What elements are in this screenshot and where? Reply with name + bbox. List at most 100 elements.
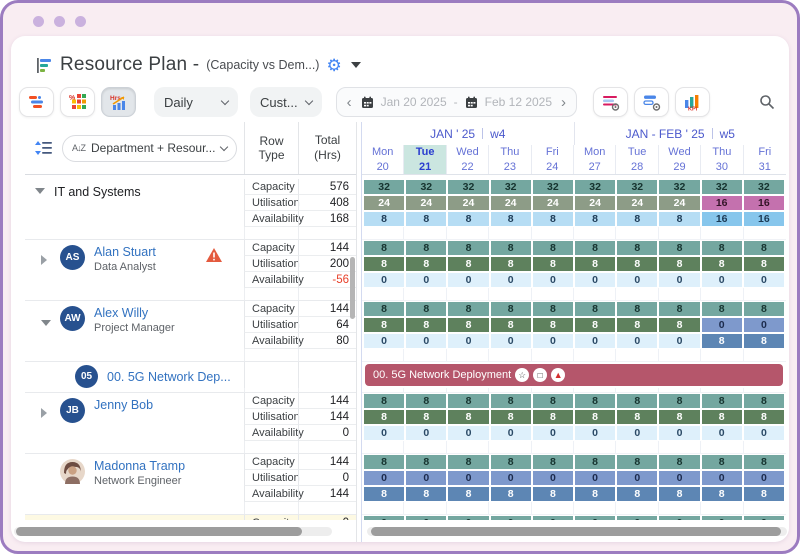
title-caret-icon[interactable] [351,62,361,68]
day-header-today[interactable]: Tue21 [404,145,446,174]
grid-cell[interactable]: 8 [448,257,488,271]
grid-cell[interactable]: 0 [491,426,531,440]
avatar[interactable]: AS [60,245,85,270]
grid-cell[interactable]: 8 [491,318,531,332]
prev-period-button[interactable]: ‹ [345,94,354,111]
grid-cell[interactable]: 0 [448,426,488,440]
grid-cell[interactable]: 8 [533,212,573,226]
grid-cell[interactable]: 8 [617,318,657,332]
grid-cell[interactable]: 8 [575,212,615,226]
grid-cell[interactable]: 32 [491,180,531,194]
grid-cell[interactable]: 8 [448,212,488,226]
day-header[interactable]: Tue28 [616,145,658,174]
range-preset-select[interactable]: Cust... [250,87,322,117]
grid-cell[interactable]: 0 [744,471,784,485]
grid-cell[interactable]: 0 [617,426,657,440]
grid-cell[interactable]: 8 [617,394,657,408]
grid-cell[interactable]: 32 [744,180,784,194]
grid-cell[interactable]: 8 [406,212,446,226]
start-date-value[interactable]: Jan 20 2025 [381,95,447,109]
grid-cell[interactable]: 0 [702,273,742,287]
grid-cell[interactable]: 8 [702,455,742,469]
collapse-row-icon[interactable] [41,320,51,326]
kpi-chart-button[interactable]: KPI [675,87,710,117]
grid-cell[interactable]: 8 [575,241,615,255]
grid-cell[interactable]: 24 [533,196,573,210]
grid-cell[interactable]: 8 [659,212,699,226]
grid-cell[interactable]: 8 [364,318,404,332]
grid-cell[interactable]: 8 [702,334,742,348]
expand-row-icon[interactable] [41,255,47,265]
grid-cell[interactable]: 24 [659,196,699,210]
grid-cell[interactable]: 8 [659,410,699,424]
grid-cell[interactable]: 8 [744,257,784,271]
day-header[interactable]: Mon27 [574,145,616,174]
grid-cell[interactable]: 8 [744,302,784,316]
grid-cell[interactable]: 32 [575,180,615,194]
end-date-value[interactable]: Feb 12 2025 [485,95,552,109]
grid-cell[interactable]: 32 [406,180,446,194]
grid-cell[interactable]: 0 [364,273,404,287]
grid-cell[interactable]: 0 [533,334,573,348]
resource-name[interactable]: Jenny Bob [94,398,153,412]
grid-cell[interactable]: 8 [744,455,784,469]
grid-cell[interactable]: 0 [659,471,699,485]
grid-cell[interactable]: 0 [448,516,488,520]
avatar[interactable]: JB [60,398,85,423]
grid-cell[interactable]: 8 [533,394,573,408]
grid-cell[interactable]: 8 [448,394,488,408]
grid-cell[interactable]: 8 [575,410,615,424]
grid-cell[interactable]: 32 [448,180,488,194]
grid-cell[interactable]: 32 [617,180,657,194]
grid-cell[interactable]: 32 [533,180,573,194]
grid-cell[interactable]: 32 [364,180,404,194]
window-dot[interactable] [54,16,65,27]
resource-name[interactable]: Alex Willy [94,306,175,320]
grid-cell[interactable]: 8 [406,241,446,255]
grid-cell[interactable]: 24 [448,196,488,210]
grid-cell[interactable]: 0 [491,471,531,485]
gantt-view-button[interactable] [19,87,54,117]
grid-horizontal-scrollbar[interactable] [367,527,787,536]
grid-cell[interactable]: 8 [575,318,615,332]
grid-cell[interactable]: 8 [491,410,531,424]
grid-cell[interactable]: 8 [364,302,404,316]
grid-cell[interactable]: 8 [575,394,615,408]
grid-cell[interactable]: 8 [406,487,446,501]
day-header[interactable]: Fri24 [532,145,574,174]
project-name[interactable]: 00. 5G Network Dep... [107,370,231,384]
grid-cell[interactable]: 24 [406,196,446,210]
grid-cell[interactable]: 8 [406,302,446,316]
grid-cell[interactable]: 8 [744,394,784,408]
grid-cell[interactable]: 0 [744,516,784,520]
grid-cell[interactable]: 8 [617,455,657,469]
left-horizontal-scrollbar[interactable] [14,527,332,536]
grid-cell[interactable]: 0 [702,516,742,520]
expand-row-icon[interactable] [41,408,47,418]
grid-cell[interactable]: 8 [364,257,404,271]
grid-cell[interactable]: 8 [744,487,784,501]
hours-chart-view-button[interactable]: Hrs [101,87,136,117]
grid-cell[interactable]: 8 [702,302,742,316]
window-dot[interactable] [75,16,86,27]
grid-cell[interactable]: 8 [702,257,742,271]
grid-cell[interactable]: 32 [702,180,742,194]
grid-cell[interactable]: 0 [575,426,615,440]
grid-cell[interactable]: 8 [364,241,404,255]
grid-cell[interactable]: 0 [406,516,446,520]
day-header[interactable]: Fri31 [744,145,786,174]
avatar[interactable]: AW [60,306,85,331]
grid-cell[interactable]: 0 [659,516,699,520]
grid-cell[interactable]: 8 [533,302,573,316]
grid-cell[interactable]: 8 [406,318,446,332]
grid-cell[interactable]: 8 [702,394,742,408]
grid-cell[interactable]: 0 [659,334,699,348]
grid-cell[interactable]: 0 [406,471,446,485]
grid-cell[interactable]: 8 [533,487,573,501]
grid-cell[interactable]: 8 [406,394,446,408]
resource-name[interactable]: Alan Stuart [94,245,156,259]
grid-cell[interactable]: 0 [533,273,573,287]
day-header[interactable]: Thu23 [489,145,531,174]
grid-cell[interactable]: 8 [702,410,742,424]
grid-cell[interactable]: 0 [575,516,615,520]
